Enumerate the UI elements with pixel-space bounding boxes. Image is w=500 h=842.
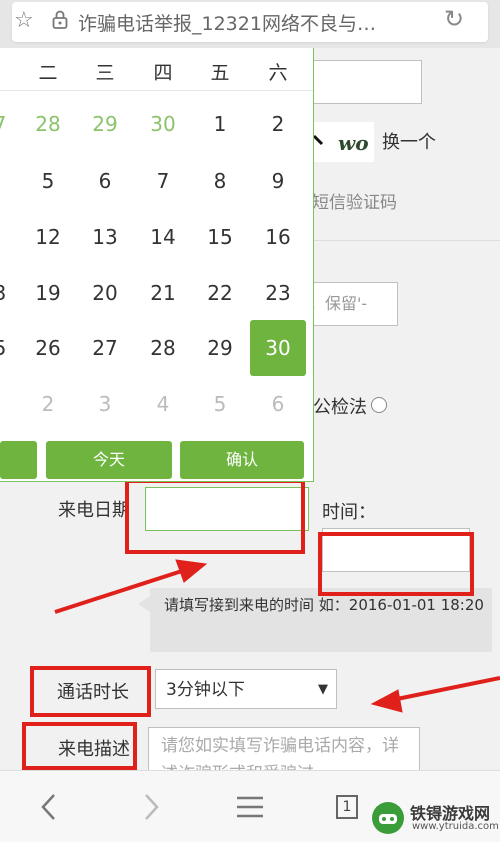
calendar-day[interactable]: 5 (20, 169, 76, 193)
calendar-day[interactable]: 6 (77, 169, 133, 193)
arrow-head-date (175, 559, 208, 583)
watermark-url: www.ytruida.com (412, 821, 499, 832)
watermark-logo-icon (372, 802, 404, 834)
calendar-day[interactable]: 29 (77, 112, 133, 136)
calendar-day[interactable]: 27 (77, 336, 133, 360)
calendar-day[interactable]: 7 (135, 169, 191, 193)
calendar-day[interactable]: 19 (20, 281, 76, 305)
calendar-day[interactable]: 4 (135, 392, 191, 416)
calendar-day[interactable]: 23 (250, 281, 306, 305)
weekday-header: 四 (153, 62, 173, 84)
confirm-button[interactable]: 确认 (180, 441, 304, 479)
calendar-day-selected[interactable]: 30 (250, 320, 306, 376)
calendar-day[interactable]: 26 (20, 336, 76, 360)
calendar-day[interactable]: 14 (135, 225, 191, 249)
tabs-count: 1 (342, 799, 352, 815)
weekday-header: 六 (268, 62, 288, 84)
calendar-day[interactable]: 28 (135, 336, 191, 360)
calendar-day[interactable]: 22 (192, 281, 248, 305)
back-icon[interactable] (38, 792, 60, 822)
today-button[interactable]: 今天 (46, 441, 172, 479)
calendar-day[interactable]: 9 (250, 169, 306, 193)
tabs-button[interactable]: 1 (336, 795, 358, 819)
calendar-day[interactable]: 6 (250, 392, 306, 416)
calendar-day[interactable]: 2 (250, 112, 306, 136)
calendar-day[interactable]: 13 (77, 225, 133, 249)
calendar-day[interactable]: 3 (77, 392, 133, 416)
weekday-header: 五 (210, 62, 230, 84)
date-picker-popup: 二 三 四 五 六 7 28 29 30 1 2 5 6 7 8 9 12 13… (0, 48, 314, 482)
calendar-day[interactable]: 2 (20, 392, 76, 416)
calendar-day[interactable]: 1 (192, 112, 248, 136)
menu-icon[interactable] (236, 796, 264, 818)
calendar-day[interactable]: 16 (250, 225, 306, 249)
calendar-day[interactable]: 20 (77, 281, 133, 305)
weekday-header: 二 (38, 62, 58, 84)
weekday-divider (0, 90, 313, 91)
calendar-day[interactable]: 15 (192, 225, 248, 249)
calendar-day[interactable]: 5 (192, 392, 248, 416)
arrow-to-date (54, 568, 186, 614)
calendar-day[interactable]: 12 (20, 225, 76, 249)
watermark: 铁锝游戏网 www.ytruida.com (370, 798, 500, 838)
weekday-header: 三 (95, 62, 115, 84)
calendar-day[interactable]: 28 (20, 112, 76, 136)
calendar-day[interactable]: 29 (192, 336, 248, 360)
forward-icon[interactable] (140, 792, 162, 822)
arrow-to-duration (391, 676, 500, 702)
arrow-head-duration (370, 689, 403, 713)
calendar-day[interactable]: 21 (135, 281, 191, 305)
clear-button[interactable] (0, 441, 37, 479)
calendar-day[interactable]: 8 (192, 169, 248, 193)
calendar-day[interactable]: 30 (135, 112, 191, 136)
